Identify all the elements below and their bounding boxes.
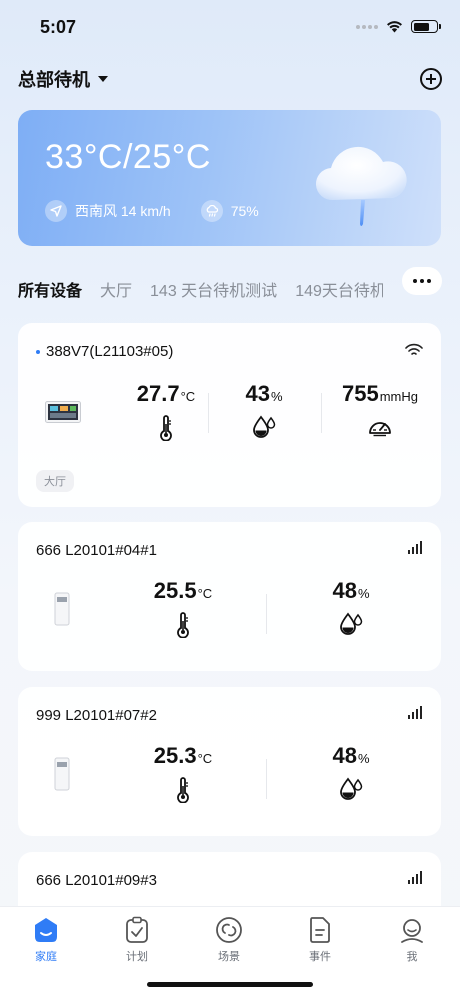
- temperature-value: 25.3: [153, 743, 197, 768]
- humidity-cloud-icon: [200, 200, 223, 222]
- cellular-signal-icon: [408, 541, 422, 554]
- tab-events-label: 事件: [309, 951, 331, 963]
- caret-down-icon: [98, 76, 108, 82]
- divider: [266, 594, 267, 634]
- tab-plan[interactable]: 计划: [107, 915, 167, 964]
- tab-home[interactable]: 家庭: [16, 915, 76, 964]
- status-icons: [356, 20, 441, 33]
- tab-143-rooftop[interactable]: 143 天台待机测试: [150, 277, 277, 301]
- pressure-value: 755: [342, 381, 379, 406]
- divider: [266, 759, 267, 799]
- temperature-metric: 25.3°C: [128, 743, 238, 803]
- device-image: [54, 757, 70, 791]
- temperature-unit: °C: [197, 586, 213, 601]
- temperature-value: 25.5: [153, 578, 197, 603]
- temperature-unit: °C: [180, 389, 196, 404]
- tab-lobby[interactable]: 大厅: [100, 277, 132, 301]
- humidity-unit: %: [357, 586, 370, 601]
- temperature-metric: 27.7°C: [111, 381, 221, 441]
- add-button[interactable]: [420, 68, 442, 90]
- tab-all-devices[interactable]: 所有设备: [18, 277, 82, 301]
- water-drop-icon: [296, 777, 406, 801]
- device-card[interactable]: 666 L20101#04#1 25.5°C 48%: [18, 522, 441, 671]
- clipboard-check-icon: [107, 915, 167, 945]
- document-icon: [290, 915, 350, 945]
- room-tag: 大厅: [36, 470, 74, 492]
- humidity-metric: 48%: [296, 578, 406, 636]
- cloud-icon: [315, 146, 407, 226]
- tab-scene[interactable]: 场景: [199, 915, 259, 964]
- humidity-metric: 48%: [296, 743, 406, 801]
- weather-meta: 西南风 14 km/h 75%: [45, 200, 259, 222]
- gauge-icon: [324, 415, 436, 439]
- tab-scene-label: 场景: [218, 951, 240, 963]
- weather-temperature: 33°C/25°C: [45, 138, 211, 176]
- status-bar: 5:07: [0, 0, 460, 54]
- thermometer-icon: [128, 612, 238, 638]
- water-drop-icon: [296, 612, 406, 636]
- pressure-metric: 755mmHg: [324, 381, 436, 439]
- device-card[interactable]: 999 L20101#07#2 25.3°C 48%: [18, 687, 441, 836]
- pressure-unit: mmHg: [379, 389, 418, 404]
- temperature-unit: °C: [197, 751, 213, 766]
- home-icon: [16, 915, 76, 945]
- more-button[interactable]: [402, 267, 442, 295]
- weather-card[interactable]: 33°C/25°C 西南风 14 km/h 75%: [18, 110, 441, 246]
- home-selector[interactable]: 总部待机: [18, 66, 108, 92]
- cellular-signal-icon: [408, 871, 422, 884]
- device-image: [45, 401, 81, 423]
- device-title: 999 L20101#07#2: [36, 707, 157, 724]
- scene-icon: [199, 915, 259, 945]
- home-indicator: [147, 982, 313, 987]
- user-icon: [382, 915, 442, 945]
- cellular-signal-icon: [356, 24, 378, 29]
- location-arrow-icon: [45, 200, 67, 222]
- wind-text: 西南风 14 km/h: [75, 203, 171, 219]
- tab-home-label: 家庭: [35, 951, 57, 963]
- humidity-text: 75%: [230, 203, 259, 219]
- humidity-value: 48: [332, 578, 357, 603]
- tab-plan-label: 计划: [126, 951, 148, 963]
- wifi-icon: [405, 343, 423, 355]
- divider: [321, 393, 322, 433]
- wifi-icon: [387, 21, 402, 33]
- room-tabs: 所有设备 大厅 143 天台待机测试 149天台待机: [18, 267, 442, 302]
- humidity-value: 48: [332, 743, 357, 768]
- humidity-metric: 43%: [209, 381, 319, 439]
- humidity-unit: %: [270, 389, 283, 404]
- status-time: 5:07: [40, 17, 77, 37]
- device-image: [54, 592, 70, 626]
- device-title: 666 L20101#09#3: [36, 872, 157, 889]
- tab-me-label: 我: [406, 951, 418, 963]
- temperature-metric: 25.5°C: [128, 578, 238, 638]
- cellular-signal-icon: [408, 706, 422, 719]
- device-title: 666 L20101#04#1: [36, 542, 157, 559]
- thermometer-icon: [111, 415, 221, 441]
- tab-149-rooftop[interactable]: 149天台待机: [295, 277, 383, 301]
- humidity-value: 43: [245, 381, 270, 406]
- humidity-unit: %: [357, 751, 370, 766]
- temperature-value: 27.7: [136, 381, 180, 406]
- battery-icon: [411, 20, 441, 33]
- tab-me[interactable]: 我: [382, 915, 442, 964]
- thermometer-icon: [128, 777, 238, 803]
- tab-events[interactable]: 事件: [290, 915, 350, 964]
- header: 总部待机: [18, 64, 442, 94]
- device-card[interactable]: 388V7(L21103#05) 27.7°C 43% 755mmHg 大厅: [18, 323, 441, 507]
- water-drop-icon: [209, 415, 319, 439]
- home-name: 总部待机: [18, 70, 90, 90]
- device-title: 388V7(L21103#05): [36, 343, 173, 360]
